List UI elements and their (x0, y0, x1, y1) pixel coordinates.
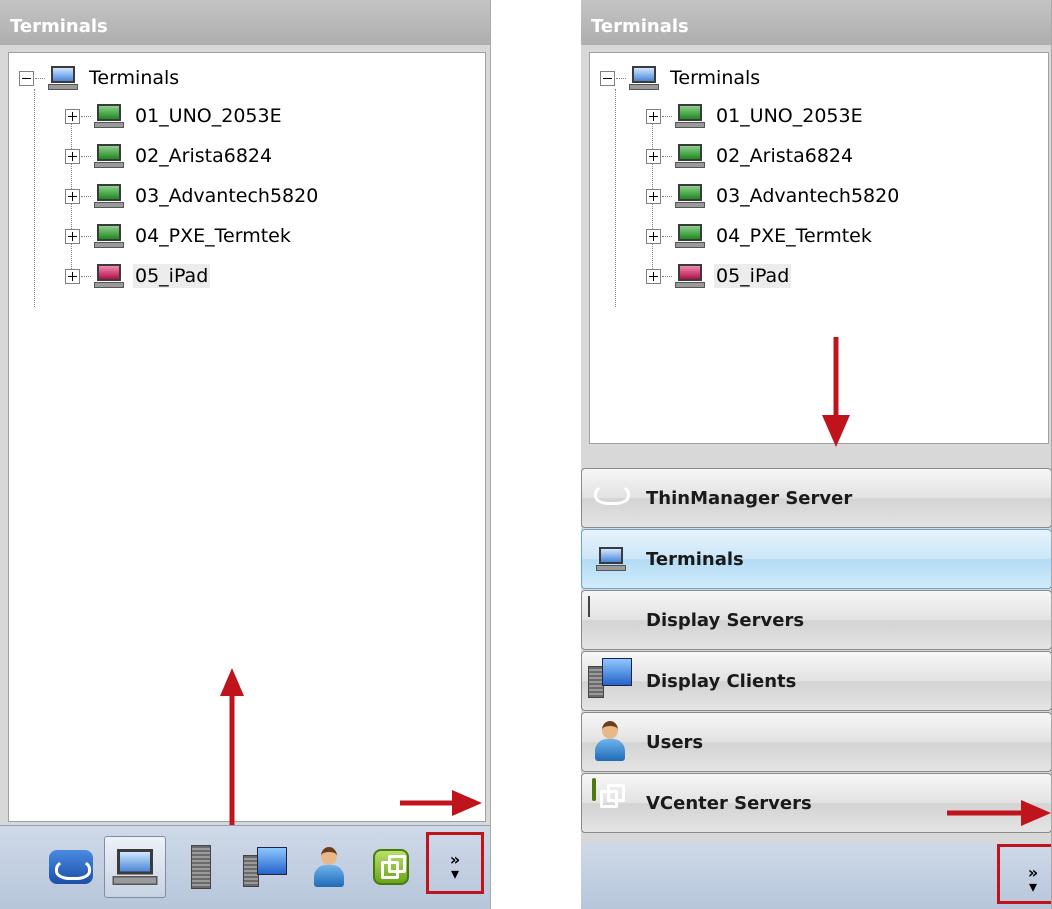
expand-icon[interactable] (646, 188, 661, 204)
right-panel: Terminals Terminals 01_UNO_2053E 02_Aris… (581, 0, 1052, 909)
tree-item-label: 01_UNO_2053E (716, 105, 863, 127)
tree-item[interactable]: 05_iPad (646, 259, 792, 293)
tree-item-label: 01_UNO_2053E (135, 105, 282, 127)
expand-icon[interactable] (65, 188, 80, 204)
expand-icon[interactable] (646, 228, 661, 244)
vcenter-servers-icon (373, 849, 409, 885)
up-arrow-annotation (220, 668, 244, 826)
terminal-icon (675, 103, 705, 129)
terminal-icon (94, 223, 124, 249)
tree-root[interactable]: Terminals (600, 65, 762, 91)
tree-root-label: Terminals (670, 67, 761, 89)
terminal-tree[interactable]: Terminals 01_UNO_2053E 02_Arista6824 03_… (8, 52, 486, 822)
tree-item[interactable]: 04_PXE_Termtek (65, 219, 293, 253)
nav-label: ThinManager Server (646, 487, 853, 509)
vcenter-servers-icon (592, 778, 596, 801)
nav-label: Terminals (646, 548, 744, 570)
highlight-box (426, 832, 484, 894)
nav-label: Display Servers (646, 609, 805, 631)
tree-item-label: 04_PXE_Termtek (135, 225, 291, 247)
right-arrow-annotation (400, 790, 482, 816)
terminal-icon (94, 183, 124, 209)
collapse-icon[interactable] (19, 70, 34, 86)
ipad-terminal-icon (94, 263, 124, 289)
tree-item[interactable]: 03_Advantech5820 (646, 179, 901, 213)
users-button[interactable] (298, 836, 360, 898)
nav-terminals[interactable]: Terminals (581, 529, 1051, 589)
vcenter-servers-button[interactable] (360, 836, 422, 898)
nav-thinmanager-server[interactable]: ThinManager Server (581, 468, 1051, 528)
tree-item-label: 04_PXE_Termtek (716, 225, 872, 247)
expand-icon[interactable] (646, 148, 661, 164)
terminal-icon (675, 223, 705, 249)
tree-root[interactable]: Terminals (19, 65, 181, 91)
display-servers-icon (191, 845, 211, 889)
collapse-icon[interactable] (600, 70, 615, 86)
nav-users[interactable]: Users (581, 712, 1051, 772)
terminal-tree[interactable]: Terminals 01_UNO_2053E 02_Arista6824 03_… (589, 52, 1049, 447)
nav-footer: » ▾ (581, 843, 1051, 909)
expand-icon[interactable] (65, 108, 80, 124)
nav-label: Display Clients (646, 670, 797, 692)
expand-icon[interactable] (65, 268, 80, 284)
expand-icon[interactable] (65, 148, 80, 164)
nav-display-servers[interactable]: Display Servers (581, 590, 1051, 650)
tree-item[interactable]: 02_Arista6824 (65, 139, 274, 173)
expand-icon[interactable] (646, 268, 661, 284)
terminal-icon (94, 103, 124, 129)
panel-title: Terminals (581, 0, 1051, 45)
terminals-group-icon (629, 65, 659, 91)
display-servers-icon (588, 596, 590, 617)
panel-title: Terminals (0, 0, 490, 45)
down-arrow-annotation (822, 337, 850, 447)
ipad-terminal-icon (675, 263, 705, 289)
left-panel: Terminals Terminals 01_UNO_2053E 02_Aris… (0, 0, 491, 909)
right-arrow-annotation (947, 800, 1051, 826)
tree-item-label: 02_Arista6824 (135, 145, 273, 167)
tree-root-label: Terminals (89, 67, 180, 89)
terminal-icon (675, 143, 705, 169)
nav-toolbar: » ▾ (0, 825, 490, 909)
tree-item-label: 03_Advantech5820 (716, 185, 900, 207)
tree-item[interactable]: 04_PXE_Termtek (646, 219, 874, 253)
expand-icon[interactable] (65, 228, 80, 244)
display-clients-button[interactable] (234, 836, 296, 898)
highlight-box (997, 844, 1051, 904)
tree-item[interactable]: 03_Advantech5820 (65, 179, 320, 213)
tree-item[interactable]: 05_iPad (65, 259, 211, 293)
tree-item-label: 05_iPad (714, 264, 792, 288)
terminal-icon (94, 143, 124, 169)
display-servers-button[interactable] (170, 836, 232, 898)
display-clients-icon (243, 847, 287, 887)
tree-item[interactable]: 01_UNO_2053E (65, 99, 284, 133)
tree-item-label: 03_Advantech5820 (135, 185, 319, 207)
expand-icon[interactable] (646, 108, 661, 124)
terminals-icon (112, 848, 158, 887)
nav-display-clients[interactable]: Display Clients (581, 651, 1051, 711)
nav-label: Users (646, 731, 704, 753)
thinmanager-server-button[interactable] (40, 836, 102, 898)
tree-item[interactable]: 01_UNO_2053E (646, 99, 865, 133)
terminal-icon (675, 183, 705, 209)
tree-item-label: 05_iPad (133, 264, 211, 288)
thinmanager-server-icon (49, 850, 93, 884)
users-icon (311, 845, 347, 889)
terminals-button[interactable] (104, 836, 166, 898)
tree-item-label: 02_Arista6824 (716, 145, 854, 167)
nav-label: VCenter Servers (646, 792, 812, 814)
terminals-group-icon (48, 65, 78, 91)
tree-item[interactable]: 02_Arista6824 (646, 139, 855, 173)
